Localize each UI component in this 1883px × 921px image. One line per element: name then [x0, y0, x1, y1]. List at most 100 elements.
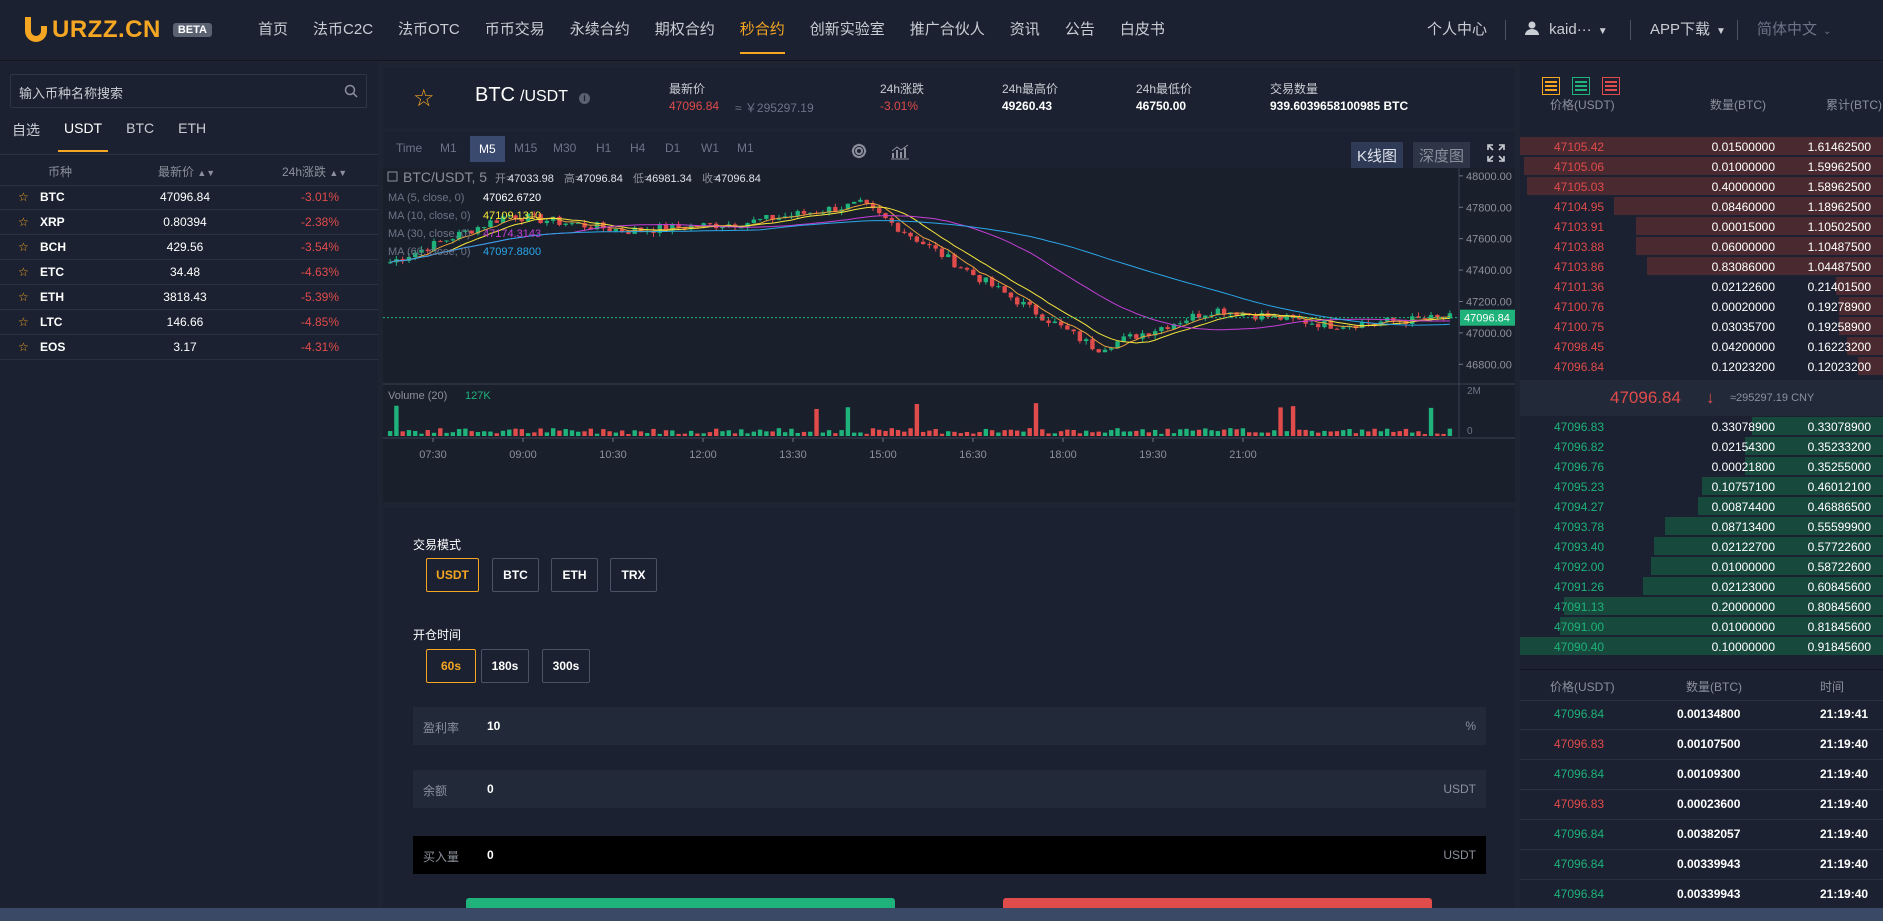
coin-row[interactable]: ☆ BTC 47096.84 -3.01%	[0, 184, 378, 210]
volume-bar	[1378, 431, 1384, 436]
ask-row[interactable]: 47105.03 0.40000000 1.58962500	[1520, 176, 1883, 196]
bid-row[interactable]: 47091.13 0.20000000 0.80845600	[1520, 596, 1883, 616]
nav-item[interactable]: 资讯	[1010, 0, 1040, 60]
language-menu[interactable]: 简体中文 ⌄	[1757, 0, 1831, 60]
trade-mode-option[interactable]: ETH	[551, 558, 598, 592]
fullscreen-icon[interactable]	[1487, 144, 1505, 162]
order-cum: 0.46886500	[1807, 500, 1871, 514]
open-time-option[interactable]: 60s	[426, 649, 476, 683]
ask-row[interactable]: 47105.42 0.01500000 1.61462500	[1520, 136, 1883, 156]
nav-item[interactable]: 首页	[258, 0, 288, 60]
nav-item[interactable]: 公告	[1065, 0, 1095, 60]
col-change[interactable]: 24h涨跌 ▲▼	[282, 163, 347, 180]
market-tab[interactable]: ETH	[178, 120, 206, 152]
bid-row[interactable]: 47093.40 0.02122700 0.57722600	[1520, 536, 1883, 556]
nav-item[interactable]: 永续合约	[570, 0, 630, 60]
nav-item[interactable]: 白皮书	[1120, 0, 1165, 60]
timeframe-option[interactable]: M1	[737, 141, 754, 155]
nav-item[interactable]: 秒合约	[739, 0, 785, 60]
app-download-menu[interactable]: APP下载 ▼	[1650, 0, 1726, 60]
ask-row[interactable]: 47101.36 0.02122600 0.21401500	[1520, 276, 1883, 296]
nav-item[interactable]: 推广合伙人	[910, 0, 985, 60]
bid-row[interactable]: 47094.27 0.00874400 0.46886500	[1520, 496, 1883, 516]
trade-mode-option[interactable]: USDT	[426, 558, 479, 592]
timeframe-option[interactable]: M1	[440, 141, 457, 155]
coin-row[interactable]: ☆ EOS 3.17 -4.31%	[0, 334, 378, 360]
timeframe-option[interactable]: Time	[396, 141, 422, 155]
order-cum: 0.33078900	[1807, 420, 1871, 434]
timeframe-option[interactable]: H1	[596, 141, 611, 155]
timeframe-option[interactable]: M30	[553, 141, 576, 155]
coin-row[interactable]: ☆ XRP 0.80394 -2.38%	[0, 209, 378, 235]
ask-row[interactable]: 47104.95 0.08460000 1.18962500	[1520, 196, 1883, 216]
timeframe-option[interactable]: M15	[514, 141, 537, 155]
ohlc-value: 46981.34	[646, 173, 692, 185]
ask-row[interactable]: 47098.45 0.04200000 0.16223200	[1520, 336, 1883, 356]
favorite-star-icon[interactable]: ☆	[18, 215, 29, 229]
ask-row[interactable]: 47103.88 0.06000000 1.10487500	[1520, 236, 1883, 256]
favorite-star-icon[interactable]: ☆	[18, 340, 29, 354]
bid-row[interactable]: 47092.00 0.01000000 0.58722600	[1520, 556, 1883, 576]
user-menu[interactable]: kaid··· ▼	[1525, 0, 1608, 60]
coin-row[interactable]: ☆ ETC 34.48 -4.63%	[0, 259, 378, 285]
candlestick-chart[interactable]: 48000.00 47800.00 47600.00 47400.00 47200.00…	[383, 168, 1515, 502]
bid-row[interactable]: 47090.40 0.10000000 0.91845600	[1520, 636, 1883, 656]
timeframe-option[interactable]: D1	[665, 141, 680, 155]
bid-row[interactable]: 47096.76 0.00021800 0.35255000	[1520, 456, 1883, 476]
trade-mode-option[interactable]: BTC	[492, 558, 539, 592]
settings-gear-icon[interactable]	[850, 142, 868, 160]
bid-row[interactable]: 47096.82 0.02154300 0.35233200	[1520, 436, 1883, 456]
col-price[interactable]: 最新价 ▲▼	[158, 163, 215, 180]
bid-row[interactable]: 47091.00 0.01000000 0.81845600	[1520, 616, 1883, 636]
nav-item[interactable]: 法币OTC	[398, 0, 460, 60]
horizontal-scrollbar[interactable]	[0, 908, 1883, 921]
nav-item[interactable]: 币币交易	[485, 0, 545, 60]
open-time-option[interactable]: 300s	[542, 649, 590, 683]
logo[interactable]: URZZ.CN BETA	[22, 14, 212, 46]
timeframe-option[interactable]: W1	[701, 141, 719, 155]
volume-bar	[431, 432, 437, 436]
coin-symbol: EOS	[40, 340, 66, 354]
volume-bar	[933, 428, 938, 436]
favorite-star-icon[interactable]: ☆	[18, 290, 29, 304]
ask-row[interactable]: 47103.86 0.83086000 1.04487500	[1520, 256, 1883, 276]
depth-tab[interactable]: 深度图	[1413, 142, 1471, 169]
ask-row[interactable]: 47103.91 0.00015000 1.10502500	[1520, 216, 1883, 236]
kline-tab[interactable]: K线图	[1351, 142, 1404, 169]
bid-row[interactable]: 47095.23 0.10757100 0.46012100	[1520, 476, 1883, 496]
trade-mode-option[interactable]: TRX	[610, 558, 657, 592]
timeframe-option[interactable]: M5	[470, 136, 505, 162]
favorite-star-icon[interactable]: ☆	[18, 265, 29, 279]
coin-row[interactable]: ☆ ETH 3818.43 -5.39%	[0, 284, 378, 310]
nav-item[interactable]: 法币C2C	[313, 0, 373, 60]
bid-row[interactable]: 47091.26 0.02123000 0.60845600	[1520, 576, 1883, 596]
ask-row[interactable]: 47105.06 0.01000000 1.59962500	[1520, 156, 1883, 176]
timeframe-option[interactable]: H4	[630, 141, 645, 155]
favorite-star-icon[interactable]: ☆	[18, 190, 29, 204]
favorite-star-icon[interactable]: ☆	[18, 240, 29, 254]
volume-bar	[550, 428, 556, 436]
coin-row[interactable]: ☆ BCH 429.56 -3.54%	[0, 234, 378, 260]
info-icon[interactable]: i	[579, 93, 590, 104]
coin-row[interactable]: ☆ LTC 146.66 -4.85%	[0, 309, 378, 335]
market-tab[interactable]: 自选	[12, 120, 40, 152]
nav-item[interactable]: 期权合约	[655, 0, 715, 60]
personal-center-link[interactable]: 个人中心	[1427, 0, 1487, 60]
ask-row[interactable]: 47096.84 0.12023200 0.12023200	[1520, 356, 1883, 376]
ask-row[interactable]: 47100.76 0.00020000 0.19278900	[1520, 296, 1883, 316]
volume-bar	[525, 433, 531, 436]
favorite-star-icon[interactable]: ☆	[413, 84, 435, 113]
indicators-icon[interactable]	[890, 144, 910, 160]
nav-item[interactable]: 创新实验室	[810, 0, 885, 60]
open-time-option[interactable]: 180s	[481, 649, 529, 683]
candle-body	[764, 214, 769, 219]
bid-row[interactable]: 47096.83 0.33078900 0.33078900	[1520, 416, 1883, 436]
market-tab[interactable]: USDT	[57, 120, 109, 152]
favorite-star-icon[interactable]: ☆	[18, 315, 29, 329]
search-icon[interactable]	[344, 84, 358, 98]
search-input[interactable]: 输入币种名称搜索	[10, 74, 367, 108]
market-tab[interactable]: BTC	[126, 120, 154, 152]
ask-row[interactable]: 47100.75 0.03035700 0.19258900	[1520, 316, 1883, 336]
bid-row[interactable]: 47093.78 0.08713400 0.55599900	[1520, 516, 1883, 536]
buy-amount-input[interactable]: 买入量 0 USDT	[413, 836, 1486, 874]
